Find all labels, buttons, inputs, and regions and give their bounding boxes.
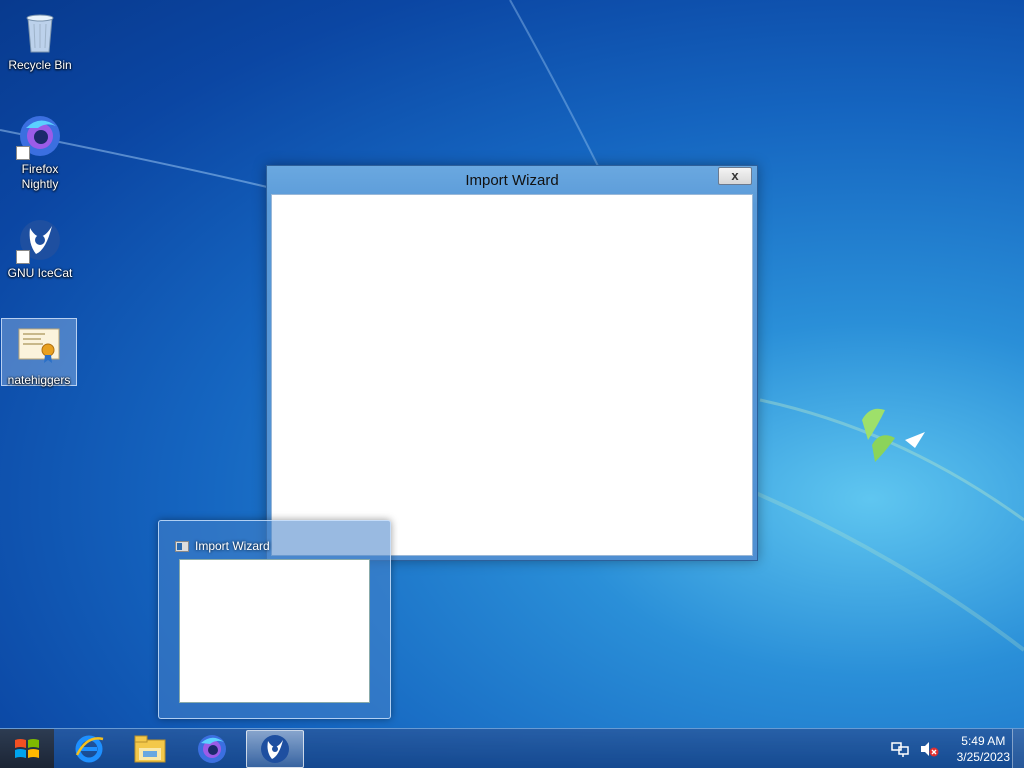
desktop-icon-label: natehiggers [7,373,71,387]
desktop-icon-label: GNU IceCat [7,266,73,280]
window-app-icon [175,540,189,552]
file-explorer-icon [134,735,166,763]
windows-logo-icon [15,739,39,758]
system-tray: 5:49 AM 3/25/2023 [890,729,1010,768]
desktop-icon-natehiggers[interactable]: natehiggers [1,318,77,387]
certificate-file-icon [15,323,63,371]
gnu-icecat-icon [16,216,64,264]
taskbar-internet-explorer[interactable] [60,730,118,768]
clock-date: 3/25/2023 [956,750,1010,764]
shortcut-arrow-icon [16,250,30,264]
bird-logo [862,408,925,462]
firefox-nightly-icon [198,735,226,763]
taskbar-firefox-nightly[interactable] [183,730,241,768]
preview-thumbnail[interactable] [179,559,370,703]
window-content [271,194,753,556]
taskbar-gnu-icecat[interactable] [246,730,304,768]
firefox-nightly-icon [16,112,64,160]
close-button[interactable]: x [718,167,752,185]
desktop-icon-label: Firefox Nightly [21,162,59,191]
show-desktop-button[interactable] [1012,729,1024,768]
network-icon[interactable] [890,741,909,757]
clock-time: 5:49 AM [961,734,1006,748]
desktop-icon-firefox-nightly[interactable]: Firefox Nightly [2,108,78,192]
internet-explorer-icon [75,735,104,763]
start-button[interactable] [0,729,54,768]
taskbar-file-explorer[interactable] [121,730,179,768]
desktop-icon-recycle-bin[interactable]: Recycle Bin [2,4,78,73]
shortcut-arrow-icon [16,146,30,160]
window-title: Import Wizard [465,172,559,189]
desktop-icon-gnu-icecat[interactable]: GNU IceCat [2,212,78,281]
preview-title: Import Wizard [195,539,270,553]
desktop-icon-label: Recycle Bin [8,58,72,72]
close-icon: x [731,168,739,183]
taskbar: 5:49 AM 3/25/2023 [0,728,1024,768]
preview-title-bar: Import Wizard [175,539,270,553]
clock[interactable]: 5:49 AM 3/25/2023 [957,733,1010,765]
taskbar-thumbnail-preview[interactable]: Import Wizard [158,520,391,719]
recycle-bin-icon [16,8,64,56]
volume-muted-icon[interactable] [919,741,939,757]
gnu-icecat-icon [261,735,289,763]
import-wizard-window[interactable]: Import Wizard x [266,165,758,561]
